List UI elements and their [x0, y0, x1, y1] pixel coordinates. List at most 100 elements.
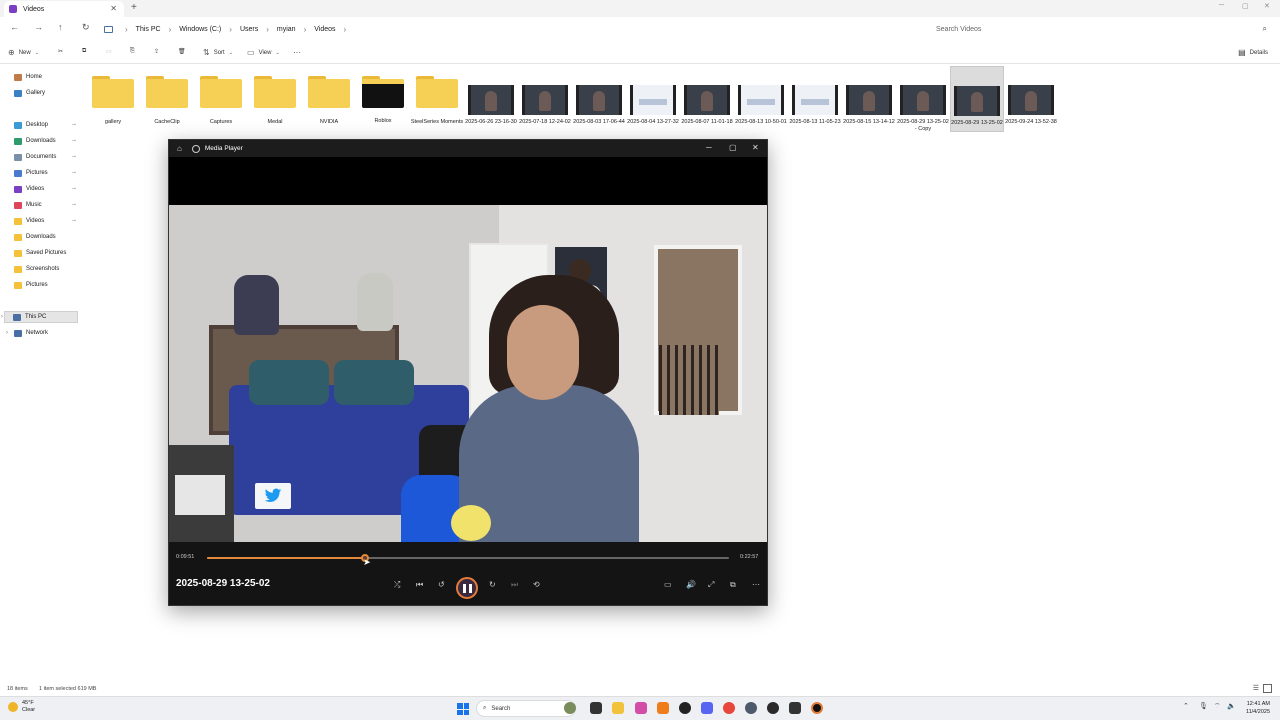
home-icon[interactable]: ⌂: [177, 144, 182, 153]
up-icon[interactable]: ↑: [58, 22, 63, 32]
delete-icon[interactable]: 🗑: [178, 48, 186, 55]
video-file-item[interactable]: 2025-08-07 11-01-18: [680, 66, 734, 132]
rename-icon[interactable]: ⎘: [130, 48, 135, 55]
forward-icon[interactable]: →: [34, 22, 43, 32]
folder-item[interactable]: NVIDIA: [302, 66, 356, 132]
sidebar-item-videos[interactable]: Videos ⊸: [14, 183, 78, 195]
details-view-icon[interactable]: ☰: [1253, 684, 1259, 693]
sidebar-item-network[interactable]: › Network: [6, 327, 78, 339]
mini-player-icon[interactable]: ⧉: [730, 580, 736, 590]
video-file-item[interactable]: 2025-06-26 23-16-30: [464, 66, 518, 132]
chevron-right-icon[interactable]: ›: [1, 314, 3, 320]
sidebar-item-this-pc[interactable]: › This PC: [1, 311, 78, 323]
pause-button[interactable]: [456, 577, 478, 599]
search-input[interactable]: Search Videos ⌕: [930, 20, 1275, 38]
app-icon[interactable]: [679, 702, 691, 714]
app-icon[interactable]: [564, 702, 576, 714]
new-button[interactable]: ⊕ New ⌄: [8, 48, 39, 57]
wifi-icon[interactable]: ⌔: [1214, 702, 1221, 711]
details-button[interactable]: ▤ Details: [1238, 48, 1268, 57]
folder-item[interactable]: CacheClip: [140, 66, 194, 132]
video-file-item[interactable]: 2025-08-13 10-50-01: [734, 66, 788, 132]
discord-icon[interactable]: [701, 702, 713, 714]
paste-icon[interactable]: ▭: [106, 48, 112, 55]
folder-item[interactable]: gallery: [86, 66, 140, 132]
view-button[interactable]: ▭ View ⌄: [247, 48, 280, 57]
chevron-up-icon[interactable]: ⌃: [1183, 702, 1189, 710]
weather-widget[interactable]: 45°F Clear: [8, 700, 35, 714]
app-icon[interactable]: [767, 702, 779, 714]
sidebar-item-downloads[interactable]: Downloads ⊸: [14, 135, 78, 147]
sidebar-item-downloads[interactable]: Downloads: [14, 231, 78, 243]
crumb-user[interactable]: myian: [277, 26, 296, 33]
crumb-users[interactable]: Users: [240, 26, 258, 33]
music-app-icon[interactable]: [635, 702, 647, 714]
refresh-icon[interactable]: ↻: [82, 22, 90, 33]
shuffle-icon[interactable]: ⤮: [394, 580, 400, 590]
rewind-10-icon[interactable]: ↺: [438, 580, 445, 589]
task-view-icon[interactable]: [590, 702, 602, 714]
video-file-item[interactable]: 2025-08-04 13-27-32: [626, 66, 680, 132]
sidebar-item-pictures[interactable]: Pictures: [14, 279, 78, 291]
folder-item[interactable]: Roblox: [356, 66, 410, 132]
previous-icon[interactable]: ⏮: [416, 580, 423, 590]
chevron-right-icon[interactable]: ›: [6, 330, 8, 336]
chrome-icon[interactable]: [723, 702, 735, 714]
sidebar-item-music[interactable]: Music ⊸: [14, 199, 78, 211]
minimize-icon[interactable]: ─: [706, 143, 712, 152]
share-icon[interactable]: ⇪: [154, 48, 159, 55]
minimize-icon[interactable]: ─: [1219, 2, 1224, 9]
captions-icon[interactable]: ▭: [664, 580, 672, 589]
crumb-this-pc[interactable]: This PC: [136, 26, 161, 33]
sort-button[interactable]: ⇅ Sort ⌄: [203, 48, 233, 57]
settings-icon[interactable]: [745, 702, 757, 714]
folder-item[interactable]: SteelSeries Moments: [410, 66, 464, 132]
sidebar-item-home[interactable]: Home: [14, 71, 78, 83]
video-file-item[interactable]: 2025-08-13 11-05-23: [788, 66, 842, 132]
repeat-off-icon[interactable]: ⟲: [533, 580, 540, 589]
taskbar-search[interactable]: ⌕ Search: [476, 700, 576, 717]
sidebar-item-screenshots[interactable]: Screenshots: [14, 263, 78, 275]
maximize-icon[interactable]: ▢: [729, 143, 737, 152]
new-tab-button[interactable]: +: [131, 2, 137, 13]
back-icon[interactable]: ←: [10, 22, 19, 32]
video-frame[interactable]: [169, 205, 767, 542]
forward-30-icon[interactable]: ↻: [489, 580, 496, 589]
clock[interactable]: 12:41 AM 11/4/2025: [1246, 700, 1270, 716]
video-file-item[interactable]: 2025-08-29 13-25-02: [950, 66, 1004, 132]
video-file-item[interactable]: 2025-08-03 17-06-44: [572, 66, 626, 132]
fullscreen-icon[interactable]: ⤢: [708, 580, 714, 590]
next-icon[interactable]: ⏭: [511, 580, 518, 590]
maximize-icon[interactable]: ▢: [1242, 2, 1249, 10]
microphone-icon[interactable]: 🎙: [1199, 702, 1208, 710]
media-player-taskbar-icon[interactable]: [811, 702, 823, 714]
start-button[interactable]: [457, 703, 469, 715]
close-icon[interactable]: ✕: [752, 143, 759, 152]
sidebar-item-gallery[interactable]: Gallery: [14, 87, 78, 99]
close-icon[interactable]: ✕: [1264, 2, 1270, 10]
volume-icon[interactable]: 🔈: [1227, 702, 1236, 710]
breadcrumb[interactable]: › This PC › Windows (C:) › Users › myian…: [104, 20, 924, 38]
seek-bar[interactable]: [207, 554, 729, 562]
crumb-windows-c[interactable]: Windows (C:): [179, 26, 221, 33]
video-file-item[interactable]: 2025-08-15 13-14-12: [842, 66, 896, 132]
app-icon[interactable]: [657, 702, 669, 714]
sidebar-item-videos[interactable]: Videos ⊸: [14, 215, 78, 227]
folder-item[interactable]: Captures: [194, 66, 248, 132]
crumb-videos[interactable]: Videos: [314, 26, 335, 33]
file-explorer-icon[interactable]: [612, 702, 624, 714]
tab-videos[interactable]: Videos ✕: [4, 1, 124, 17]
video-file-item[interactable]: 2025-08-29 13-25-02 - Copy: [896, 66, 950, 132]
app-icon[interactable]: [789, 702, 801, 714]
folder-item[interactable]: Medal: [248, 66, 302, 132]
video-file-item[interactable]: 2025-09-24 13-52-38: [1004, 66, 1058, 132]
sidebar-item-saved-pictures[interactable]: Saved Pictures: [14, 247, 78, 259]
cut-icon[interactable]: ✂: [58, 48, 63, 55]
volume-icon[interactable]: 🔊: [686, 580, 696, 589]
sidebar-item-desktop[interactable]: Desktop ⊸: [14, 119, 78, 131]
tab-close-icon[interactable]: ✕: [110, 4, 117, 13]
sidebar-item-pictures[interactable]: Pictures ⊸: [14, 167, 78, 179]
more-options-icon[interactable]: ···: [293, 48, 301, 57]
video-file-item[interactable]: 2025-07-18 12-24-02: [518, 66, 572, 132]
more-options-icon[interactable]: ⋯: [752, 580, 760, 589]
